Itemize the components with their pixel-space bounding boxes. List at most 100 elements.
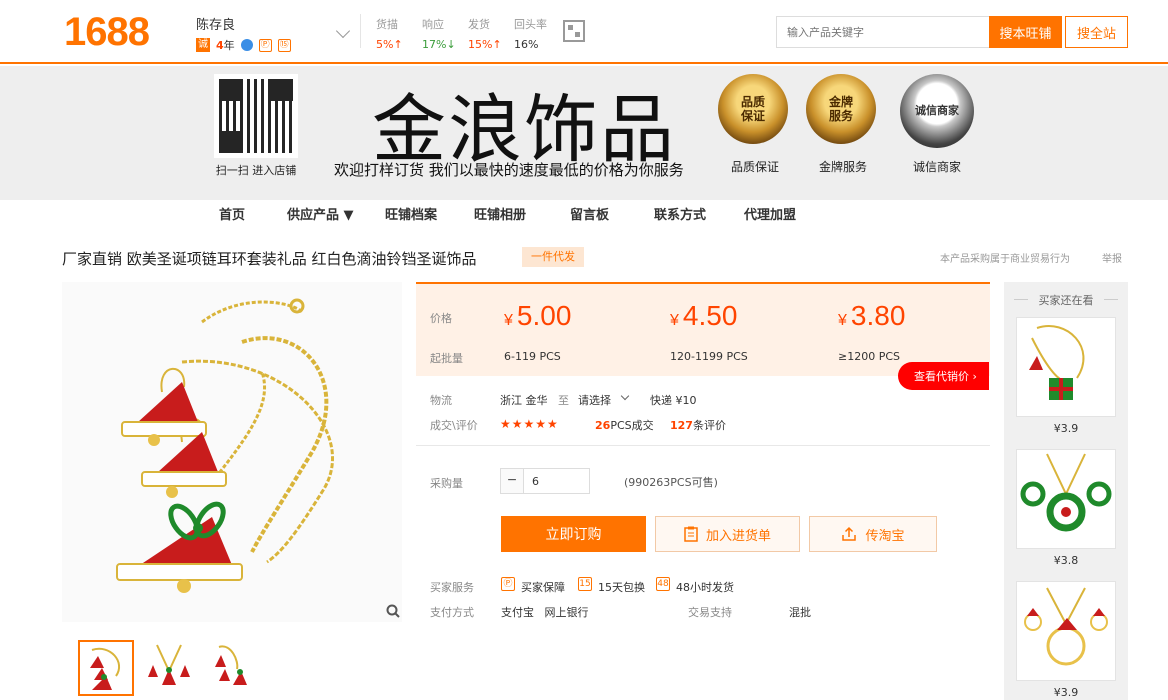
nav-agency[interactable]: 代理加盟	[744, 204, 796, 223]
buyer-protection-icon: Ⓟ	[501, 577, 515, 591]
metric-label: 回头率	[514, 18, 547, 31]
metric-value: 17%↓	[422, 38, 456, 51]
sidebar-title: 买家还在看	[1004, 292, 1128, 308]
exchange-15-days-icon: 15	[578, 577, 592, 591]
currency-symbol: ¥	[670, 312, 679, 329]
site-logo[interactable]: 1688	[64, 10, 150, 55]
price-value: 4.50	[682, 300, 738, 331]
quality-seal-icon: 品质 保证	[718, 74, 788, 144]
clipboard-icon	[684, 526, 698, 542]
also-viewed-price: ¥3.9	[1053, 686, 1079, 699]
legal-note: 本产品采购属于商业贸易行为	[940, 254, 1070, 265]
review-count[interactable]: 127条评价	[670, 417, 726, 433]
nav-profile[interactable]: 旺铺档案	[385, 204, 437, 223]
qty-range-2: 120-1199 PCS	[670, 350, 748, 363]
nav-album[interactable]: 旺铺相册	[474, 204, 526, 223]
seal-caption: 诚信商家	[912, 160, 961, 174]
qty-range-3: ≥1200 PCS	[838, 350, 901, 363]
buyer-services-label: 买家服务	[430, 581, 474, 594]
search-input[interactable]	[776, 16, 990, 48]
add-to-cart-button[interactable]: 加入进货单	[655, 516, 800, 552]
shop-slogan: 欢迎打样订货 我们以最快的速度最低的价格为你服务	[334, 161, 684, 179]
payment-methods: 支付宝 网上银行	[501, 606, 589, 619]
thumbnail-image	[215, 645, 247, 685]
trade-support-label: 交易支持	[688, 606, 732, 619]
also-viewed-item-2[interactable]	[1016, 449, 1116, 549]
trusted-merchant-seal-icon: 诚信商家	[900, 74, 974, 148]
view-dropship-price-button[interactable]: 查看代销价 ›	[898, 362, 989, 390]
product-title: 厂家直销 欧美圣诞项链耳环套装礼品 红白色滴油铃铛圣诞饰品	[62, 250, 477, 268]
seal-caption: 品质保证	[730, 160, 779, 174]
seller-badges: 诚 4年 Ⓟ ⑮	[196, 37, 291, 53]
sold-count[interactable]: 26PCS成交	[595, 417, 654, 433]
thumbnail-2[interactable]	[142, 640, 198, 696]
metric-value: 15%↑	[468, 38, 502, 51]
seal-text: 品质 保证	[740, 95, 765, 123]
divider	[360, 14, 361, 48]
years-unit: 年	[223, 39, 235, 52]
trades-label: 成交\评价	[430, 419, 478, 432]
send-to-taobao-label: 传淘宝	[865, 528, 905, 544]
send-to-taobao-button[interactable]: 传淘宝	[809, 516, 937, 552]
chevron-down-icon[interactable]	[620, 391, 630, 401]
price-tier-1: ¥5.00	[504, 300, 571, 332]
buyer-protection-icon[interactable]: Ⓟ	[258, 38, 272, 52]
price-value: 3.80	[850, 300, 906, 331]
years-number: 4	[216, 39, 224, 52]
product-thumbnail	[1029, 325, 1085, 400]
thumbnail-image	[148, 644, 190, 685]
price-tier-2: ¥4.50	[670, 300, 737, 332]
purchase-qty-label: 采购量	[430, 477, 463, 490]
sold-number: 26	[595, 419, 611, 432]
seal-text: 金牌 服务	[828, 95, 853, 123]
qty-decrease-button[interactable]: −	[500, 468, 524, 494]
buy-now-button[interactable]: 立即订购	[501, 516, 646, 552]
divider	[416, 445, 990, 446]
qrcode-icon[interactable]	[563, 20, 585, 42]
thumbnail-1[interactable]	[78, 640, 134, 696]
dropship-tag[interactable]: 一件代发	[522, 247, 584, 267]
gold-service-seal-icon: 金牌 服务	[806, 74, 876, 144]
express-fee: 快递 ¥10	[650, 394, 697, 407]
service-exchange[interactable]: 15天包换	[598, 579, 645, 595]
currency-symbol: ¥	[504, 312, 513, 329]
nav-products[interactable]: 供应产品 ▼	[287, 204, 354, 223]
thumbnail-image	[90, 647, 120, 690]
price-label: 价格	[430, 312, 452, 325]
report-link[interactable]: 举报	[1102, 250, 1122, 265]
service-48h-shipping[interactable]: 48小时发货	[676, 579, 734, 595]
also-viewed-price: ¥3.9	[1053, 422, 1079, 435]
qrcode-caption: 扫一扫 进入店铺	[215, 164, 297, 177]
chengxintong-icon[interactable]: 诚	[196, 38, 210, 52]
qrcode-image	[219, 79, 293, 153]
chevron-down-icon[interactable]	[335, 23, 351, 39]
search-all-button[interactable]: 搜全站	[1065, 16, 1128, 48]
nav-messages[interactable]: 留言板	[570, 204, 609, 223]
thumbnail-3[interactable]	[206, 640, 262, 696]
seller-name[interactable]: 陈存良	[196, 14, 291, 33]
metric-repeat-rate: 回头率 16%	[514, 16, 564, 51]
service-protection[interactable]: 买家保障	[521, 579, 565, 595]
price-panel: 价格 起批量 ¥5.00 ¥4.50 ¥3.80 6-119 PCS 120-1…	[416, 282, 990, 376]
nav-contact[interactable]: 联系方式	[654, 204, 706, 223]
zoom-icon[interactable]	[386, 604, 400, 618]
return-guarantee-icon[interactable]: ⑮	[277, 38, 291, 52]
product-main-image[interactable]	[62, 282, 402, 622]
also-viewed-item-3[interactable]	[1016, 581, 1116, 681]
ship-destination-select[interactable]: 请选择	[578, 392, 611, 408]
metric-value: 16%	[514, 38, 539, 51]
wangwang-icon[interactable]	[240, 39, 253, 51]
shop-nav: 首页 供应产品 ▼ 旺铺档案 旺铺相册 留言板 联系方式 代理加盟	[0, 200, 1168, 228]
trade-support-value: 混批	[789, 606, 811, 619]
moq-label: 起批量	[430, 352, 463, 365]
christmas-jewelry-image	[116, 298, 335, 593]
also-viewed-item-1[interactable]	[1016, 317, 1116, 417]
product-thumbnail	[1020, 453, 1112, 532]
qty-input[interactable]	[524, 468, 590, 494]
sold-unit: PCS成交	[610, 419, 654, 432]
thumbnail-strip	[78, 640, 262, 696]
stock-available: (990263PCS可售)	[624, 476, 718, 489]
price-value: 5.00	[516, 300, 572, 331]
nav-home[interactable]: 首页	[219, 204, 245, 223]
search-shop-button[interactable]: 搜本旺铺	[989, 16, 1062, 48]
